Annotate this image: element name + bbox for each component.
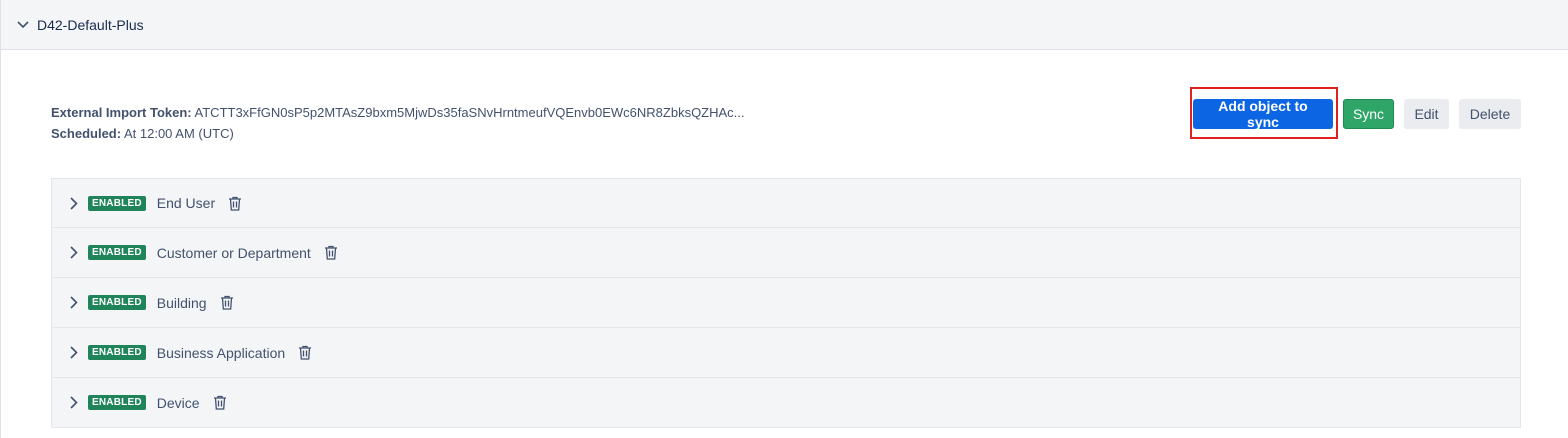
object-row-device[interactable]: ENABLED Device <box>51 378 1521 428</box>
status-badge: ENABLED <box>88 345 146 360</box>
status-badge: ENABLED <box>88 195 146 211</box>
object-label: Business Application <box>156 344 286 361</box>
panel-title: D42-Default-Plus <box>37 16 144 33</box>
scheduled-line: Scheduled: At 12:00 AM (UTC) <box>51 123 745 144</box>
status-badge: ENABLED <box>88 245 146 260</box>
token-label: External Import Token: <box>51 105 192 120</box>
object-row-customer-or-department[interactable]: ENABLED Customer or Department <box>51 228 1521 278</box>
token-value: ATCTT3xFfGN0sP5p2MTAsZ9bxm5MjwDs35faSNvH… <box>194 105 745 120</box>
chevron-right-icon[interactable] <box>68 396 80 410</box>
object-label: End User <box>156 195 216 211</box>
add-object-to-sync-button[interactable]: Add object to sync <box>1193 98 1333 130</box>
trash-icon[interactable] <box>298 345 312 361</box>
trash-icon[interactable] <box>213 395 227 411</box>
object-label: Building <box>156 294 207 311</box>
trash-icon[interactable] <box>324 245 338 261</box>
object-label: Device <box>156 394 200 411</box>
chevron-right-icon[interactable] <box>68 246 80 260</box>
scheduled-label: Scheduled: <box>51 126 122 141</box>
trash-icon[interactable] <box>228 195 242 211</box>
scheduled-value: At 12:00 AM (UTC) <box>123 126 234 141</box>
object-row-end-user[interactable]: ENABLED End User <box>51 178 1521 228</box>
object-label: Customer or Department <box>156 244 311 261</box>
integration-panel: D42-Default-Plus External Import Token: … <box>0 0 1568 438</box>
chevron-right-icon[interactable] <box>68 196 80 210</box>
chevron-right-icon[interactable] <box>68 346 80 360</box>
object-row-business-application[interactable]: ENABLED Business Application <box>51 328 1521 378</box>
token-line: External Import Token: ATCTT3xFfGN0sP5p2… <box>51 102 745 123</box>
delete-button[interactable]: Delete <box>1459 99 1521 129</box>
sync-button[interactable]: Sync <box>1343 99 1394 129</box>
chevron-right-icon[interactable] <box>68 296 80 310</box>
object-list: ENABLED End User ENABLED Customer or Dep… <box>51 178 1521 428</box>
chevron-down-icon[interactable] <box>17 19 29 31</box>
status-badge: ENABLED <box>88 395 146 410</box>
object-row-building[interactable]: ENABLED Building <box>51 278 1521 328</box>
status-badge: ENABLED <box>88 295 146 310</box>
edit-button[interactable]: Edit <box>1404 99 1449 129</box>
trash-icon[interactable] <box>220 295 234 311</box>
panel-header[interactable]: D42-Default-Plus <box>1 0 1568 50</box>
integration-info: External Import Token: ATCTT3xFfGN0sP5p2… <box>51 102 745 144</box>
